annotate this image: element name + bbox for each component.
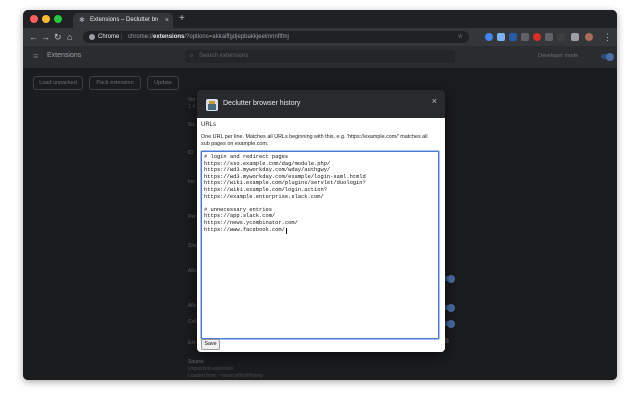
textarea-line: https://example.enterprise.slack.com/ — [204, 193, 324, 200]
extension-icon-6[interactable] — [545, 33, 553, 41]
update-button[interactable]: Update — [147, 76, 179, 90]
url-text: chrome://extensions/?options=akkaiffgdje… — [128, 34, 289, 40]
tab-close-icon[interactable]: × — [165, 13, 169, 28]
dialog-header: Declutter browser history × — [197, 90, 445, 118]
tab-strip: ✱ Extensions – Declutter browser history… — [23, 10, 617, 28]
address-bar[interactable]: Chrome | chrome://extensions/?options=ak… — [83, 31, 469, 43]
extension-icon-5[interactable] — [533, 33, 541, 41]
home-icon[interactable]: ⌂ — [67, 31, 72, 43]
search-placeholder: Search extensions — [199, 53, 249, 59]
close-icon[interactable]: × — [432, 96, 437, 106]
extensions-header: ≡ Extensions ⌕ Search extensions Develop… — [23, 46, 617, 68]
urls-textarea[interactable]: # login and redirect pages https://sso.ex… — [201, 151, 439, 339]
extension-icon-3[interactable] — [509, 33, 517, 41]
bookmark-star-icon[interactable]: ☆ — [458, 31, 463, 43]
tab-title: Extensions – Declutter browser history — [90, 17, 158, 23]
new-tab-button[interactable]: + — [179, 13, 185, 25]
tab-extensions[interactable]: ✱ Extensions – Declutter browser history… — [73, 13, 173, 28]
text-caret — [285, 227, 287, 234]
back-arrow-icon[interactable]: ← — [29, 31, 38, 43]
page-title: Extensions — [47, 52, 82, 59]
save-button[interactable]: Save — [201, 339, 220, 350]
pack-extension-button[interactable]: Pack extension — [89, 76, 141, 90]
profile-avatar[interactable] — [585, 33, 593, 41]
search-icon: ⌕ — [190, 53, 194, 59]
source-label: Source — [188, 359, 204, 365]
browser-window: ✱ Extensions – Declutter browser history… — [23, 10, 617, 380]
detail-collect-label: Coll — [188, 319, 197, 325]
hamburger-menu-icon[interactable]: ≡ — [33, 52, 38, 61]
detail-site-access-label: Site — [188, 243, 197, 249]
urls-help-text: One URL per line. Matches all URLs begin… — [201, 134, 428, 147]
developer-mode-toggle[interactable] — [601, 52, 614, 61]
detail-version-value: 1.4 — [188, 104, 195, 110]
extension-icon-4[interactable] — [521, 33, 529, 41]
detail-version-label: Ver — [188, 97, 196, 103]
options-panel: URLs One URL per line. Matches all URLs … — [197, 118, 445, 352]
maximize-window-button[interactable] — [54, 15, 62, 23]
url-separator: | — [121, 34, 123, 40]
minimize-window-button[interactable] — [42, 15, 50, 23]
detail-allow-label-1: Allo — [188, 268, 197, 274]
loaded-from-path: Loaded from: ~/source/histHistory — [188, 373, 263, 379]
menu-kebab-icon[interactable]: ⋮ — [603, 31, 612, 43]
detail-id-label: ID — [188, 150, 193, 156]
options-dialog: Declutter browser history × URLs One URL… — [197, 90, 445, 352]
forward-arrow-icon[interactable]: → — [41, 31, 50, 43]
urls-label: URLs — [201, 122, 217, 128]
chrome-icon — [89, 34, 95, 40]
detail-extension-options-label: Ext — [188, 340, 196, 346]
puzzle-piece-icon: ✱ — [79, 17, 85, 24]
extensions-page: ≡ Extensions ⌕ Search extensions Develop… — [23, 46, 617, 380]
search-input[interactable]: ⌕ Search extensions — [185, 50, 455, 63]
reload-icon[interactable]: ↻ — [54, 31, 62, 43]
detail-permissions-label: Per — [188, 214, 196, 220]
close-window-button[interactable] — [30, 15, 38, 23]
textarea-line: https://www.facebook.com/ — [204, 226, 285, 233]
extension-icon-2[interactable] — [497, 33, 505, 41]
browser-toolbar: ← → ↻ ⌂ Chrome | chrome://extensions/?op… — [23, 28, 617, 46]
detail-inspect-label: Ins — [188, 179, 195, 185]
load-unpacked-button[interactable]: Load unpacked — [33, 76, 83, 90]
extensions-puzzle-icon[interactable] — [571, 33, 579, 41]
detail-allow-label-2: Allo — [188, 303, 197, 309]
extension-icon-1[interactable] — [485, 33, 493, 41]
scheme-label: Chrome — [98, 34, 120, 40]
extension-icon-7[interactable] — [557, 33, 565, 41]
source-value: Unpacked extension — [188, 366, 234, 372]
detail-size-label: Siz — [188, 122, 195, 128]
developer-mode-label: Developer mode — [538, 53, 579, 59]
extension-logo-icon — [206, 99, 218, 111]
dialog-title: Declutter browser history — [223, 100, 301, 107]
